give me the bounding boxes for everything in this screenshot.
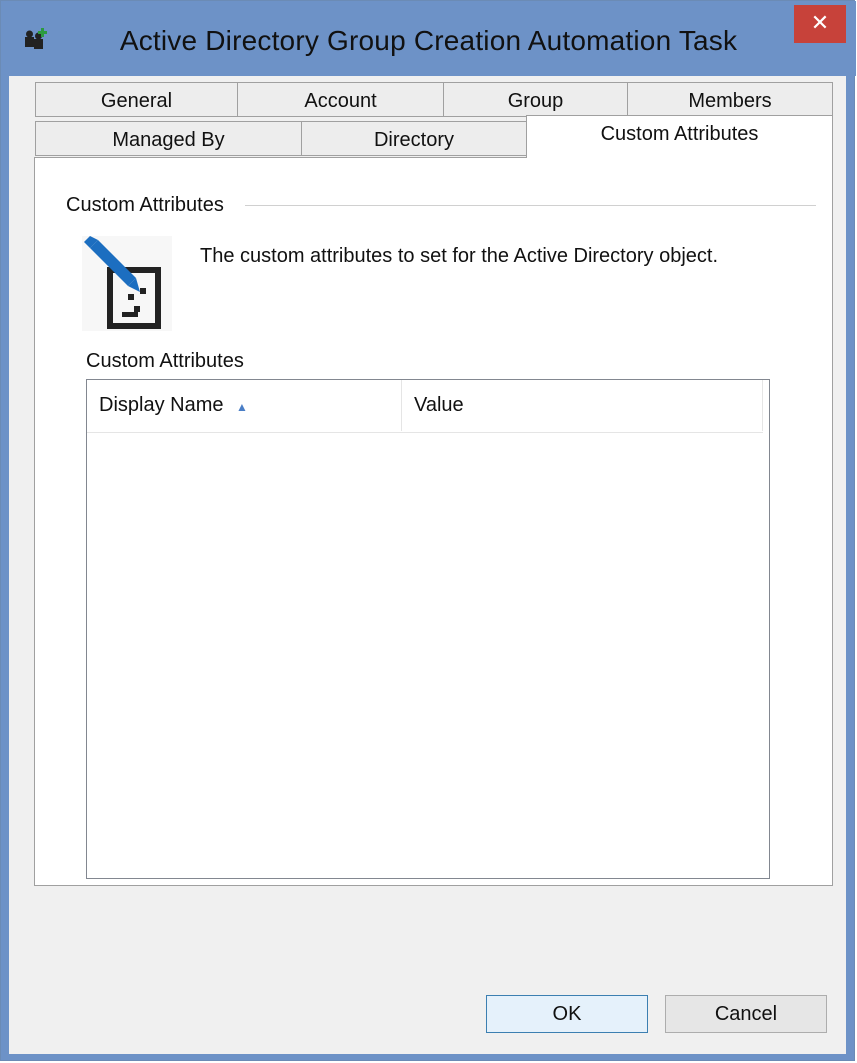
tab-panel-custom-attributes: Custom Attributes The custom attributes … — [34, 157, 833, 886]
tab-directory[interactable]: Directory — [301, 121, 527, 156]
ok-button[interactable]: OK — [486, 995, 648, 1033]
title-bar[interactable]: Active Directory Group Creation Automati… — [1, 1, 856, 76]
tab-general[interactable]: General — [35, 82, 238, 117]
column-header-label: Value — [414, 394, 464, 416]
list-label: Custom Attributes — [86, 350, 244, 372]
sort-ascending-icon: ▲ — [236, 400, 248, 414]
tab-custom-attributes[interactable]: Custom Attributes — [526, 115, 833, 158]
list-header: Display Name ▲ Value — [87, 380, 763, 433]
tab-members[interactable]: Members — [627, 82, 833, 117]
window-title: Active Directory Group Creation Automati… — [119, 25, 738, 56]
column-header-label: Display Name — [99, 394, 224, 416]
tab-group[interactable]: Group — [443, 82, 628, 117]
dialog-client-area: General Account Group Members Managed By… — [9, 76, 846, 1054]
group-label: Custom Attributes — [66, 194, 232, 217]
tab-managed-by[interactable]: Managed By — [35, 121, 302, 156]
custom-attributes-list[interactable]: Display Name ▲ Value — [86, 379, 770, 879]
column-header-value[interactable]: Value — [402, 380, 763, 431]
tab-account[interactable]: Account — [237, 82, 444, 117]
group-divider — [245, 205, 816, 206]
cancel-button[interactable]: Cancel — [665, 995, 827, 1033]
close-button[interactable]: ✕ — [794, 5, 846, 43]
panel-description: The custom attributes to set for the Act… — [200, 245, 718, 267]
column-header-display-name[interactable]: Display Name ▲ — [87, 380, 402, 431]
dialog-window: Active Directory Group Creation Automati… — [0, 0, 856, 1061]
edit-attributes-icon — [82, 236, 172, 331]
